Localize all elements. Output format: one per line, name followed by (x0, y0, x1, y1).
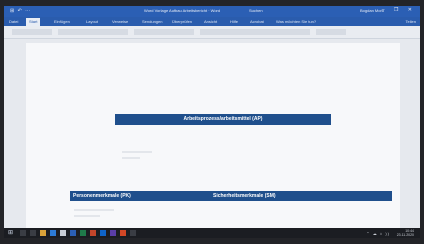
tab-hilfe[interactable]: Hilfe (230, 19, 238, 24)
file-explorer-icon[interactable] (40, 230, 46, 236)
share-button[interactable]: Teilen (406, 19, 416, 24)
document-title: Word Vorlage Aufbau Arbeitsbericht · Wor… (144, 8, 221, 13)
tab-verweise[interactable]: Verweise (112, 19, 128, 24)
tab-start[interactable]: Start (26, 18, 41, 26)
tab-einfuegen[interactable]: Einfügen (54, 19, 70, 24)
outlook-icon[interactable] (100, 230, 106, 236)
bottom-section-header: Personenmerkmale (PK) Sicherheitsmerkmal… (70, 191, 392, 201)
ribbon-tabs: Datei Start Einfügen Layout Verweise Sen… (4, 17, 420, 26)
faint-text-line (122, 157, 140, 159)
powerpoint-icon[interactable] (90, 230, 96, 236)
teams-icon[interactable] (110, 230, 116, 236)
word-icon[interactable] (70, 230, 76, 236)
ribbon-group-paragraph[interactable] (134, 29, 194, 35)
ribbon-group-font[interactable] (58, 29, 128, 35)
ap-section-header: Arbeitsprozess/arbeitsmittel (AP) (115, 114, 331, 125)
taskbar: ⊞ ⌃ ☁ ⌂ )) 10:44 23.11.2020 (4, 228, 420, 238)
windows-start-icon[interactable]: ⊞ (8, 229, 14, 236)
document-page[interactable]: Arbeitsprozess/arbeitsmittel (AP) Person… (26, 43, 400, 229)
ribbon-group-clipboard[interactable] (12, 29, 52, 35)
faint-text-line (74, 209, 114, 211)
tell-me-search[interactable]: Was möchten Sie tun? (276, 19, 316, 24)
excel-icon[interactable] (80, 230, 86, 236)
tab-acrobat[interactable]: Acrobat (250, 19, 264, 24)
pk-column-header: Personenmerkmale (PK) (73, 193, 131, 199)
faint-text-line (74, 215, 100, 217)
monitor-bezel: ⊞ ↶ ⋯ Word Vorlage Aufbau Arbeitsbericht… (0, 0, 424, 244)
tab-ansicht[interactable]: Ansicht (204, 19, 217, 24)
system-tray[interactable]: ⌃ ☁ ⌂ )) (366, 231, 390, 236)
ribbon-body (4, 26, 420, 39)
faint-text-line (122, 151, 152, 153)
quick-access-toolbar[interactable]: ⊞ ↶ ⋯ (10, 8, 31, 14)
edge-icon[interactable] (50, 230, 56, 236)
tab-sendungen[interactable]: Sendungen (142, 19, 162, 24)
search-box[interactable]: Suchen (249, 8, 299, 14)
task-view-icon[interactable] (30, 230, 36, 236)
clock-date: 23.11.2020 (396, 233, 414, 237)
tab-layout[interactable]: Layout (86, 19, 98, 24)
search-icon[interactable] (20, 230, 26, 236)
ribbon-group-editing[interactable] (316, 29, 346, 35)
store-icon[interactable] (60, 230, 66, 236)
clock[interactable]: 10:44 23.11.2020 (397, 229, 414, 237)
sm-column-header: Sicherheitsmerkmale (SM) (213, 193, 276, 199)
title-bar: ⊞ ↶ ⋯ Word Vorlage Aufbau Arbeitsbericht… (4, 6, 420, 17)
ribbon-group-styles[interactable] (200, 29, 310, 35)
tab-ueberpruefen[interactable]: Überprüfen (172, 19, 192, 24)
app-icon[interactable] (130, 230, 136, 236)
document-area: Arbeitsprozess/arbeitsmittel (AP) Person… (4, 39, 420, 229)
user-name[interactable]: Bogdan Moro (360, 8, 384, 13)
acrobat-icon[interactable] (120, 230, 126, 236)
window-controls[interactable]: – ❐ ✕ (382, 7, 416, 13)
tab-datei[interactable]: Datei (9, 19, 18, 24)
screen: ⊞ ↶ ⋯ Word Vorlage Aufbau Arbeitsbericht… (4, 6, 420, 238)
